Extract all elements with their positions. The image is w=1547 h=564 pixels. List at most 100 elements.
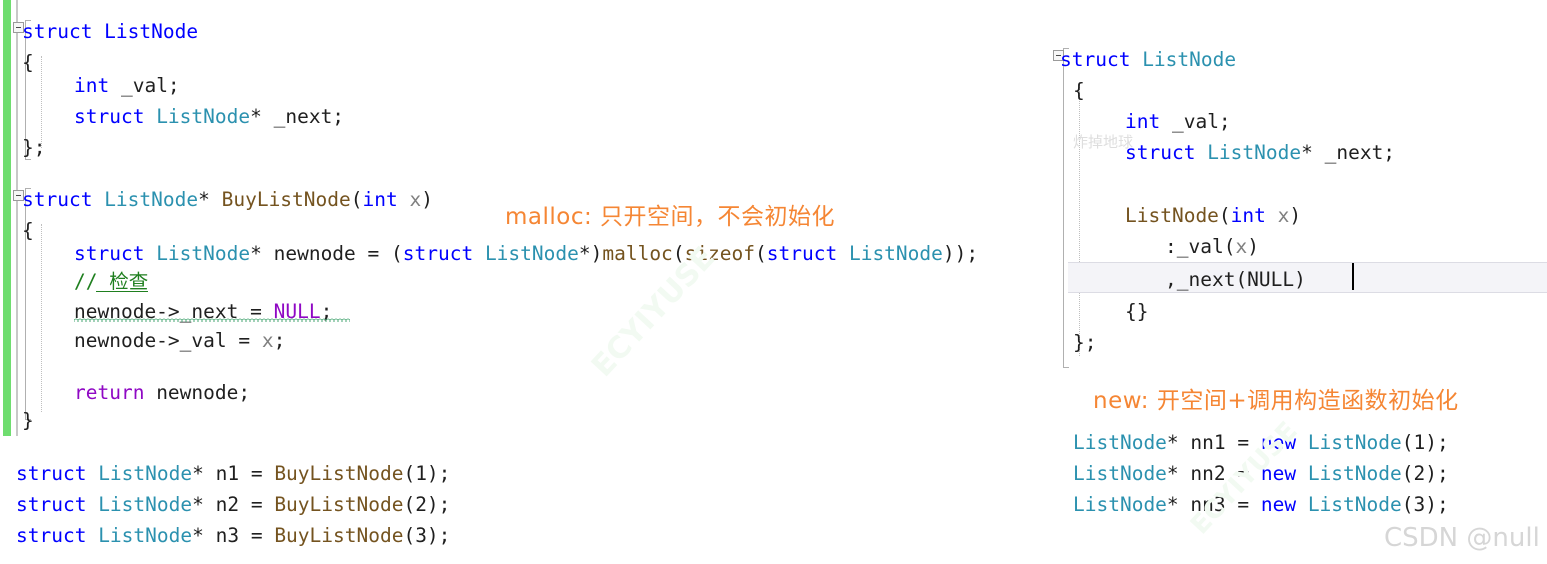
usage-line-n3: struct ListNode* n3 = BuyListNode(3); [16,520,450,551]
struct-field-val: int _val; [74,70,180,101]
keyword-struct-u3: struct [16,524,87,547]
keyword-new-2: new [1260,462,1297,485]
right-usage-mid-u3: * nn3 = [1166,493,1261,516]
constructor-name: ListNode [1125,204,1219,227]
right-type-listnode-2: ListNode [1195,141,1302,164]
comment-underline [96,291,148,292]
right-close-brace: }; [1073,331,1097,354]
keyword-new-1: new [1260,431,1297,454]
usage-line-n1: struct ListNode* n1 = BuyListNode(1); [16,458,450,489]
text-cursor [1352,263,1354,290]
usage-mid-u2: * n2 = [192,493,275,516]
paren-close: ) [421,188,433,211]
right-args-u1: (1); [1401,431,1449,454]
type-listnode-2: ListNode [92,188,199,211]
assign-val-lhs: newnode->_val = [74,329,262,352]
right-type-u1: ListNode [1073,431,1167,454]
return-statement: return newnode; [74,377,250,408]
usage-line-n2: struct ListNode* n2 = BuyListNode(2); [16,489,450,520]
field-name-val: _val; [109,74,180,97]
keyword-int: int [74,74,110,97]
return-value: newnode; [144,381,251,404]
usage-mid-u1: * n1 = [192,462,275,485]
right-type-u2: ListNode [1073,462,1167,485]
keyword-struct-u2: struct [16,493,87,516]
assign-val-statement: newnode->_val = x; [74,325,285,356]
constructor-signature: ListNode(int x) [1125,200,1301,231]
right-field-next: struct ListNode* _next; [1125,137,1395,168]
keyword-struct: struct ListNode [22,20,199,43]
field-name-next: * _next; [250,105,345,128]
keyword-return: return [74,381,145,404]
args-u2: (2); [403,493,451,516]
change-indicator-bar [3,0,11,436]
operator-sizeof: sizeof [684,242,756,265]
var-x-1: x [261,329,274,352]
right-usage-line-nn2: ListNode* nn2 = new ListNode(2); [1073,458,1449,489]
function-name-buylistnode: BuyListNode [221,188,351,211]
type-listnode-3: ListNode [144,242,251,265]
right-args-u3: (3); [1401,493,1449,516]
init-val-prefix: :_val( [1165,235,1236,258]
margin-separator [16,0,18,436]
ctor-paren-close: ) [1289,204,1302,227]
function-signature: struct ListNode* BuyListNode(int x) [22,184,433,215]
struct-field-next: struct ListNode* _next; [74,101,344,132]
param-name-x: x [397,188,422,211]
ctor-param-x: x [1265,204,1290,227]
malloc-statement: struct ListNode* newnode = (struct ListN… [74,238,978,269]
annotation-new-note: new: 开空间+调用构造函数初始化 [1093,388,1459,414]
right-args-u2: (2); [1401,462,1449,485]
right-indent-guide [1079,84,1080,356]
right-usage-line-nn3: ListNode* nn3 = new ListNode(3); [1073,489,1449,520]
type-listnode-5: ListNode [837,242,943,265]
right-code-pane[interactable]: struct ListNode { int _val; struct ListN… [1053,30,1547,370]
call-buylistnode-u3: BuyListNode [274,524,404,547]
type-listnode: ListNode [144,105,251,128]
right-field-name-next: * _next; [1301,141,1396,164]
right-usage-mid-u2: * nn2 = [1166,462,1261,485]
init-val-arg: x [1235,235,1248,258]
right-keyword-int: int [1125,110,1161,133]
init-val-close: ) [1247,235,1259,258]
init-list-val: :_val(x) [1165,231,1259,262]
right-type-u3: ListNode [1073,493,1167,516]
right-type2-u3: ListNode [1296,493,1402,516]
args-u1: (1); [403,462,451,485]
malloc-tail: )); [942,242,979,265]
constructor-body: {} [1125,300,1149,323]
right-keyword-struct: struct [1060,48,1131,71]
function-open-brace: { [22,219,34,242]
struct-open-brace: { [22,51,34,74]
call-buylistnode-u1: BuyListNode [274,462,404,485]
keyword-struct-4: struct [74,242,145,265]
current-line-highlight [1068,262,1547,293]
assign-next-statement: newnode->_next = NULL; [74,296,332,327]
right-field-val: int _val; [1125,106,1231,137]
malloc-mid-1: * newnode = ( [250,242,403,265]
keyword-struct-5: struct [402,242,474,265]
ctor-keyword-int: int [1230,204,1266,227]
type-listnode-u1: ListNode [86,462,193,485]
paren-open-2: ( [672,242,685,265]
struct-decl-line: struct ListNode [22,16,198,47]
suggestion-squiggle [74,318,350,322]
right-field-name-val: _val; [1160,110,1231,133]
right-usage-line-nn1: ListNode* nn1 = new ListNode(1); [1073,427,1449,458]
args-u3: (3); [403,524,451,547]
right-type-listnode: ListNode [1130,48,1237,71]
paren-open-3: ( [755,242,767,265]
right-keyword-struct-2: struct [1125,141,1196,164]
right-usage-mid-u1: * nn1 = [1166,431,1261,454]
comment-check: // 检查 [74,270,149,293]
keyword-struct-u1: struct [16,462,87,485]
keyword-struct-2: struct [74,105,145,128]
pointer-star: * [198,188,222,211]
right-struct-bracket [1063,48,1069,368]
watermark-csdn: CSDN @null [1384,523,1540,553]
right-struct-decl: struct ListNode [1060,44,1236,75]
paren-open: ( [350,188,363,211]
type-listnode-u2: ListNode [86,493,193,516]
semicolon-2: ; [273,329,286,352]
keyword-int-param: int [362,188,398,211]
